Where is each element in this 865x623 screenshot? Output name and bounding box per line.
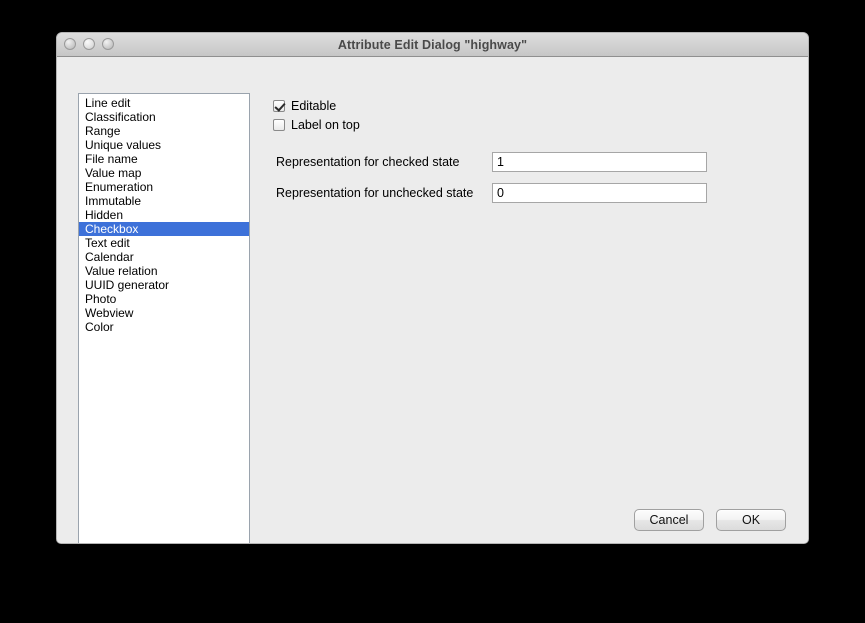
editable-checkbox-label: Editable [291, 99, 336, 113]
close-button[interactable] [64, 38, 76, 50]
dialog-body: Line edit Classification Range Unique va… [57, 57, 808, 544]
list-item-enumeration[interactable]: Enumeration [79, 180, 249, 194]
list-item-file-name[interactable]: File name [79, 152, 249, 166]
checkmark-icon[interactable] [273, 100, 285, 112]
list-item-calendar[interactable]: Calendar [79, 250, 249, 264]
label-on-top-checkbox-label: Label on top [291, 118, 360, 132]
title-bar[interactable]: Attribute Edit Dialog "highway" [57, 33, 808, 57]
list-item-hidden[interactable]: Hidden [79, 208, 249, 222]
list-item-color[interactable]: Color [79, 320, 249, 334]
empty-checkbox-icon[interactable] [273, 119, 285, 131]
dialog-buttons: Cancel OK [634, 509, 786, 531]
list-item-value-map[interactable]: Value map [79, 166, 249, 180]
list-item-uuid-generator[interactable]: UUID generator [79, 278, 249, 292]
editable-checkbox-row[interactable]: Editable [273, 99, 336, 113]
checked-state-row: Representation for checked state [276, 152, 707, 172]
unchecked-state-row: Representation for unchecked state [276, 183, 707, 203]
cancel-button[interactable]: Cancel [634, 509, 704, 531]
widget-type-list[interactable]: Line edit Classification Range Unique va… [78, 93, 250, 544]
window-title: Attribute Edit Dialog "highway" [338, 38, 527, 52]
ok-button[interactable]: OK [716, 509, 786, 531]
list-item-text-edit[interactable]: Text edit [79, 236, 249, 250]
list-item-photo[interactable]: Photo [79, 292, 249, 306]
list-item-line-edit[interactable]: Line edit [79, 96, 249, 110]
unchecked-state-input[interactable] [492, 183, 707, 203]
list-item-value-relation[interactable]: Value relation [79, 264, 249, 278]
attribute-edit-dialog-window: Attribute Edit Dialog "highway" Line edi… [56, 32, 809, 544]
zoom-button[interactable] [102, 38, 114, 50]
label-on-top-checkbox-row[interactable]: Label on top [273, 118, 360, 132]
list-item-classification[interactable]: Classification [79, 110, 249, 124]
checked-state-input[interactable] [492, 152, 707, 172]
checked-state-label: Representation for checked state [276, 155, 492, 169]
list-item-range[interactable]: Range [79, 124, 249, 138]
list-item-checkbox[interactable]: Checkbox [79, 222, 249, 236]
unchecked-state-label: Representation for unchecked state [276, 186, 492, 200]
list-item-immutable[interactable]: Immutable [79, 194, 249, 208]
window-controls [64, 38, 114, 50]
list-item-unique-values[interactable]: Unique values [79, 138, 249, 152]
minimize-button[interactable] [83, 38, 95, 50]
list-item-webview[interactable]: Webview [79, 306, 249, 320]
